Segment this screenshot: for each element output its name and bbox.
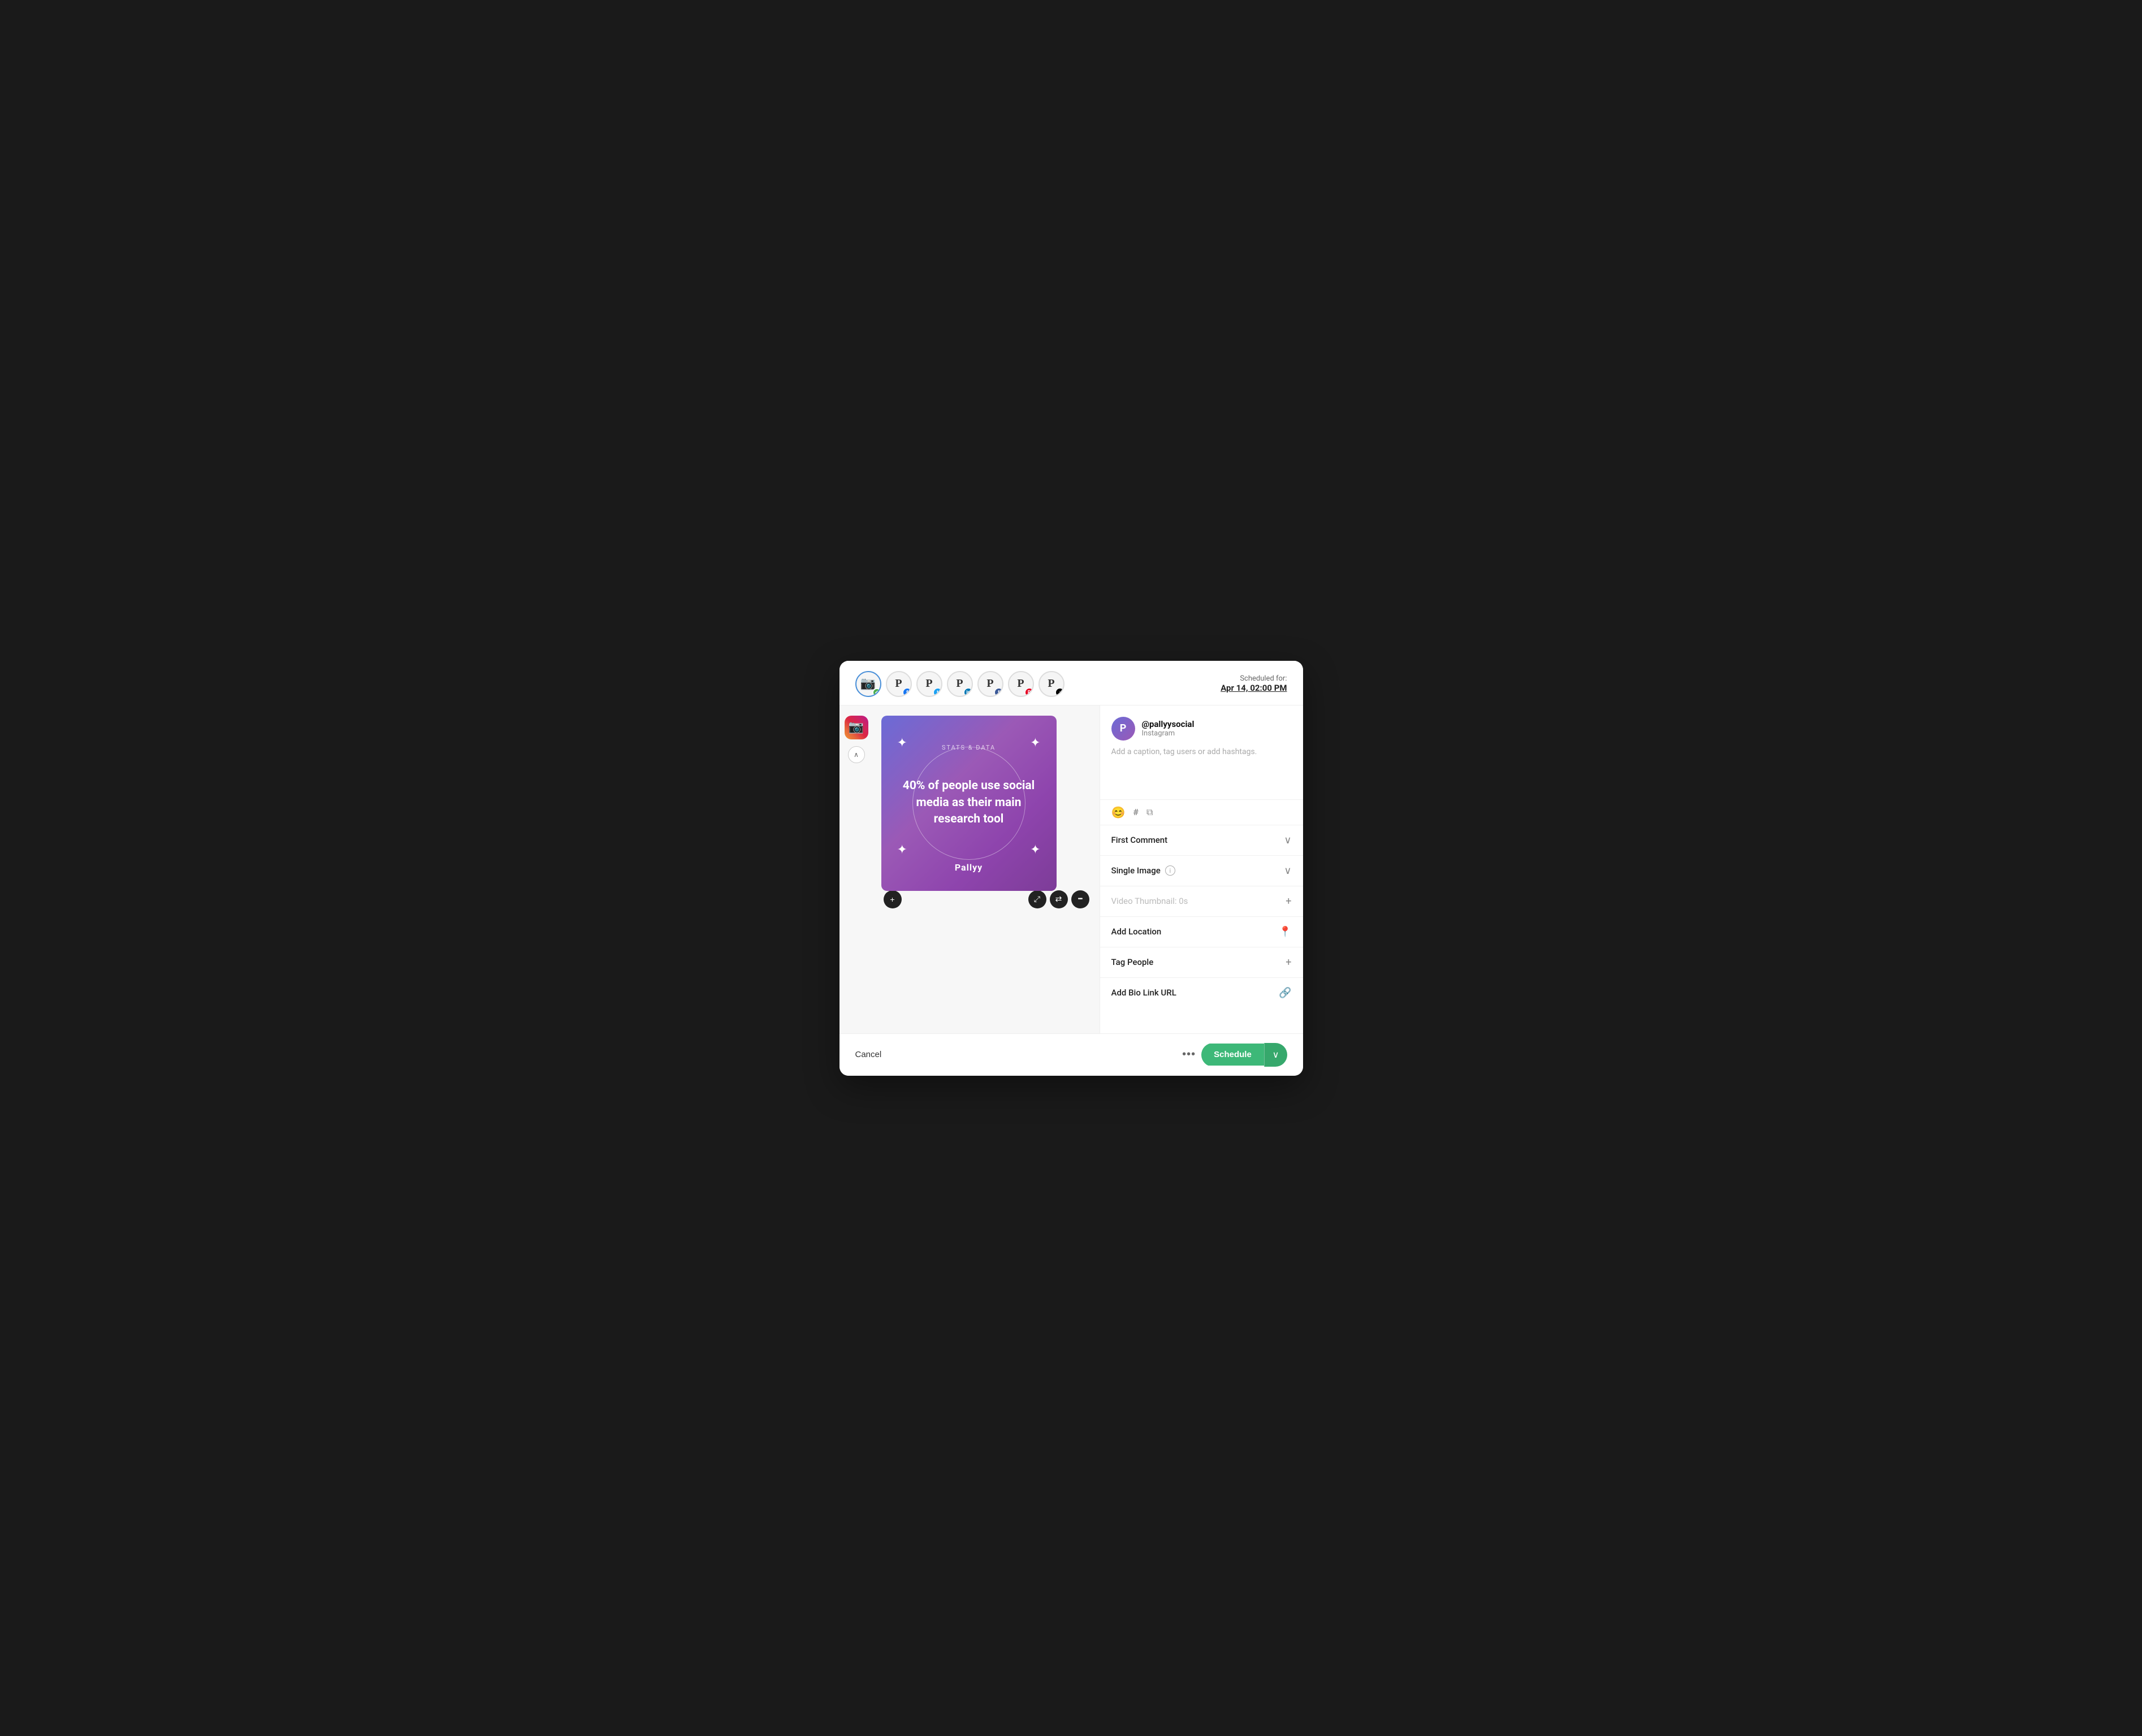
- add-bio-link-label: Add Bio Link URL: [1111, 988, 1176, 998]
- platform-header: 📷 ✓ P f P t P in P f: [840, 661, 1303, 705]
- modal-body: 📷 ∧ ✦ ✦ ✦ ✦ STATS & DATA 40% of people u…: [840, 705, 1303, 1033]
- modal-footer: Cancel ••• Schedule ∨: [840, 1033, 1303, 1076]
- left-sidebar: 📷 ∧: [840, 705, 873, 1033]
- platform-icon-instagram[interactable]: 📷 ✓: [855, 671, 881, 697]
- schedule-dropdown-button[interactable]: ∨: [1264, 1043, 1287, 1067]
- schedule-button-group: Schedule ∨: [1201, 1043, 1287, 1067]
- account-avatar: P: [1111, 717, 1135, 741]
- video-thumbnail-label: Video Thumbnail: 0s: [1111, 896, 1188, 906]
- cancel-button[interactable]: Cancel: [855, 1050, 882, 1059]
- single-image-section[interactable]: Single Image i ∨: [1100, 855, 1303, 886]
- account-details: @pallyysocial Instagram: [1142, 719, 1195, 738]
- location-pin-icon: 📍: [1279, 926, 1291, 938]
- add-location-label: Add Location: [1111, 927, 1162, 937]
- platform-icon-facebook2[interactable]: P f: [977, 671, 1003, 697]
- platform-icon-twitter[interactable]: P t: [916, 671, 942, 697]
- first-comment-label: First Comment: [1111, 835, 1168, 845]
- image-controls: + ⤢ ⇄ •••: [881, 890, 1092, 908]
- pallyy-logo-tw: P: [925, 677, 932, 690]
- more-options-footer-button[interactable]: •••: [1182, 1048, 1196, 1061]
- add-bio-link-section[interactable]: Add Bio Link URL 🔗: [1100, 977, 1303, 1008]
- tk-badge: ♪: [1055, 688, 1064, 697]
- collapse-button[interactable]: ∧: [848, 746, 865, 763]
- single-image-chevron-icon: ∨: [1284, 865, 1291, 877]
- single-image-label: Single Image: [1111, 865, 1161, 876]
- fullscreen-button[interactable]: ⤢: [1028, 890, 1046, 908]
- tag-people-label: Tag People: [1111, 957, 1154, 967]
- add-location-section[interactable]: Add Location 📍: [1100, 916, 1303, 947]
- stats-label: STATS & DATA: [942, 744, 996, 751]
- fb-badge: f: [903, 688, 912, 697]
- account-platform: Instagram: [1142, 729, 1195, 738]
- pallyy-logo-pi: P: [1017, 677, 1024, 690]
- account-info: P @pallyysocial Instagram: [1100, 705, 1303, 747]
- swap-icon: ⇄: [1055, 894, 1062, 904]
- schedule-chevron-icon: ∨: [1273, 1050, 1279, 1060]
- platform-icon-pinterest[interactable]: P P: [1008, 671, 1034, 697]
- right-panel: P @pallyysocial Instagram Add a caption,…: [1100, 705, 1303, 1033]
- ig-camera-icon: 📷: [849, 720, 864, 734]
- pallyy-logo-tk: P: [1048, 677, 1054, 690]
- add-media-button[interactable]: +: [884, 890, 902, 908]
- single-image-row: Single Image i: [1111, 865, 1175, 876]
- modal-container: 📷 ✓ P f P t P in P f: [840, 661, 1303, 1076]
- caption-placeholder[interactable]: Add a caption, tag users or add hashtags…: [1111, 747, 1292, 793]
- ellipsis-icon: •••: [1078, 896, 1083, 902]
- video-thumbnail-section[interactable]: Video Thumbnail: 0s +: [1100, 886, 1303, 916]
- fullscreen-icon: ⤢: [1034, 894, 1040, 904]
- pi-badge: P: [1025, 688, 1034, 697]
- swap-button[interactable]: ⇄: [1050, 890, 1068, 908]
- footer-right: ••• Schedule ∨: [1182, 1043, 1287, 1067]
- account-handle: @pallyysocial: [1142, 719, 1195, 729]
- emoji-button[interactable]: 😊: [1111, 806, 1126, 819]
- more-options-button[interactable]: •••: [1071, 890, 1089, 908]
- post-brand-name: Pallyy: [955, 862, 983, 873]
- caption-toolbar: 😊 # ⧉: [1100, 799, 1303, 825]
- pallyy-logo-fa: P: [986, 677, 993, 690]
- link-icon: 🔗: [1279, 987, 1291, 999]
- plus-icon: +: [890, 895, 894, 904]
- scheduled-info: Scheduled for: Apr 14, 02:00 PM: [1221, 674, 1287, 693]
- active-check-badge: ✓: [872, 688, 881, 697]
- li-badge: in: [964, 688, 973, 697]
- info-icon: i: [1165, 865, 1175, 876]
- star-decoration-tl: ✦: [897, 736, 907, 750]
- schedule-button[interactable]: Schedule: [1201, 1044, 1264, 1066]
- caption-area[interactable]: Add a caption, tag users or add hashtags…: [1100, 747, 1303, 799]
- star-decoration-bl: ✦: [897, 843, 907, 857]
- pallyy-logo-fb: P: [895, 677, 902, 690]
- instagram-indicator: 📷: [845, 716, 868, 739]
- fa-badge: f: [994, 688, 1003, 697]
- platform-icons-list: 📷 ✓ P f P t P in P f: [855, 671, 1064, 697]
- copy-button[interactable]: ⧉: [1146, 807, 1153, 818]
- tag-people-section[interactable]: Tag People +: [1100, 947, 1303, 977]
- image-action-buttons: ⤢ ⇄ •••: [1028, 890, 1089, 908]
- platform-icon-tiktok[interactable]: P ♪: [1038, 671, 1064, 697]
- platform-icon-facebook[interactable]: P f: [886, 671, 912, 697]
- pallyy-logo-li: P: [956, 677, 963, 690]
- scheduled-date[interactable]: Apr 14, 02:00 PM: [1221, 683, 1287, 693]
- avatar-letter: P: [1120, 722, 1127, 734]
- hashtag-button[interactable]: #: [1133, 807, 1139, 817]
- post-main-text: 40% of people use social media as their …: [881, 778, 1057, 828]
- image-preview-area: ✦ ✦ ✦ ✦ STATS & DATA 40% of people use s…: [873, 705, 1100, 1033]
- platform-icon-linkedin[interactable]: P in: [947, 671, 973, 697]
- tag-people-plus-icon: +: [1286, 956, 1291, 968]
- scheduled-for-label: Scheduled for:: [1240, 674, 1287, 683]
- first-comment-section[interactable]: First Comment ∨: [1100, 825, 1303, 855]
- video-thumbnail-plus-icon: +: [1286, 895, 1291, 907]
- first-comment-chevron-icon: ∨: [1284, 834, 1291, 846]
- star-decoration-tr: ✦: [1030, 736, 1040, 750]
- star-decoration-br: ✦: [1030, 843, 1040, 857]
- chevron-up-icon: ∧: [854, 751, 859, 759]
- post-image: ✦ ✦ ✦ ✦ STATS & DATA 40% of people use s…: [881, 716, 1057, 891]
- tw-badge: t: [933, 688, 942, 697]
